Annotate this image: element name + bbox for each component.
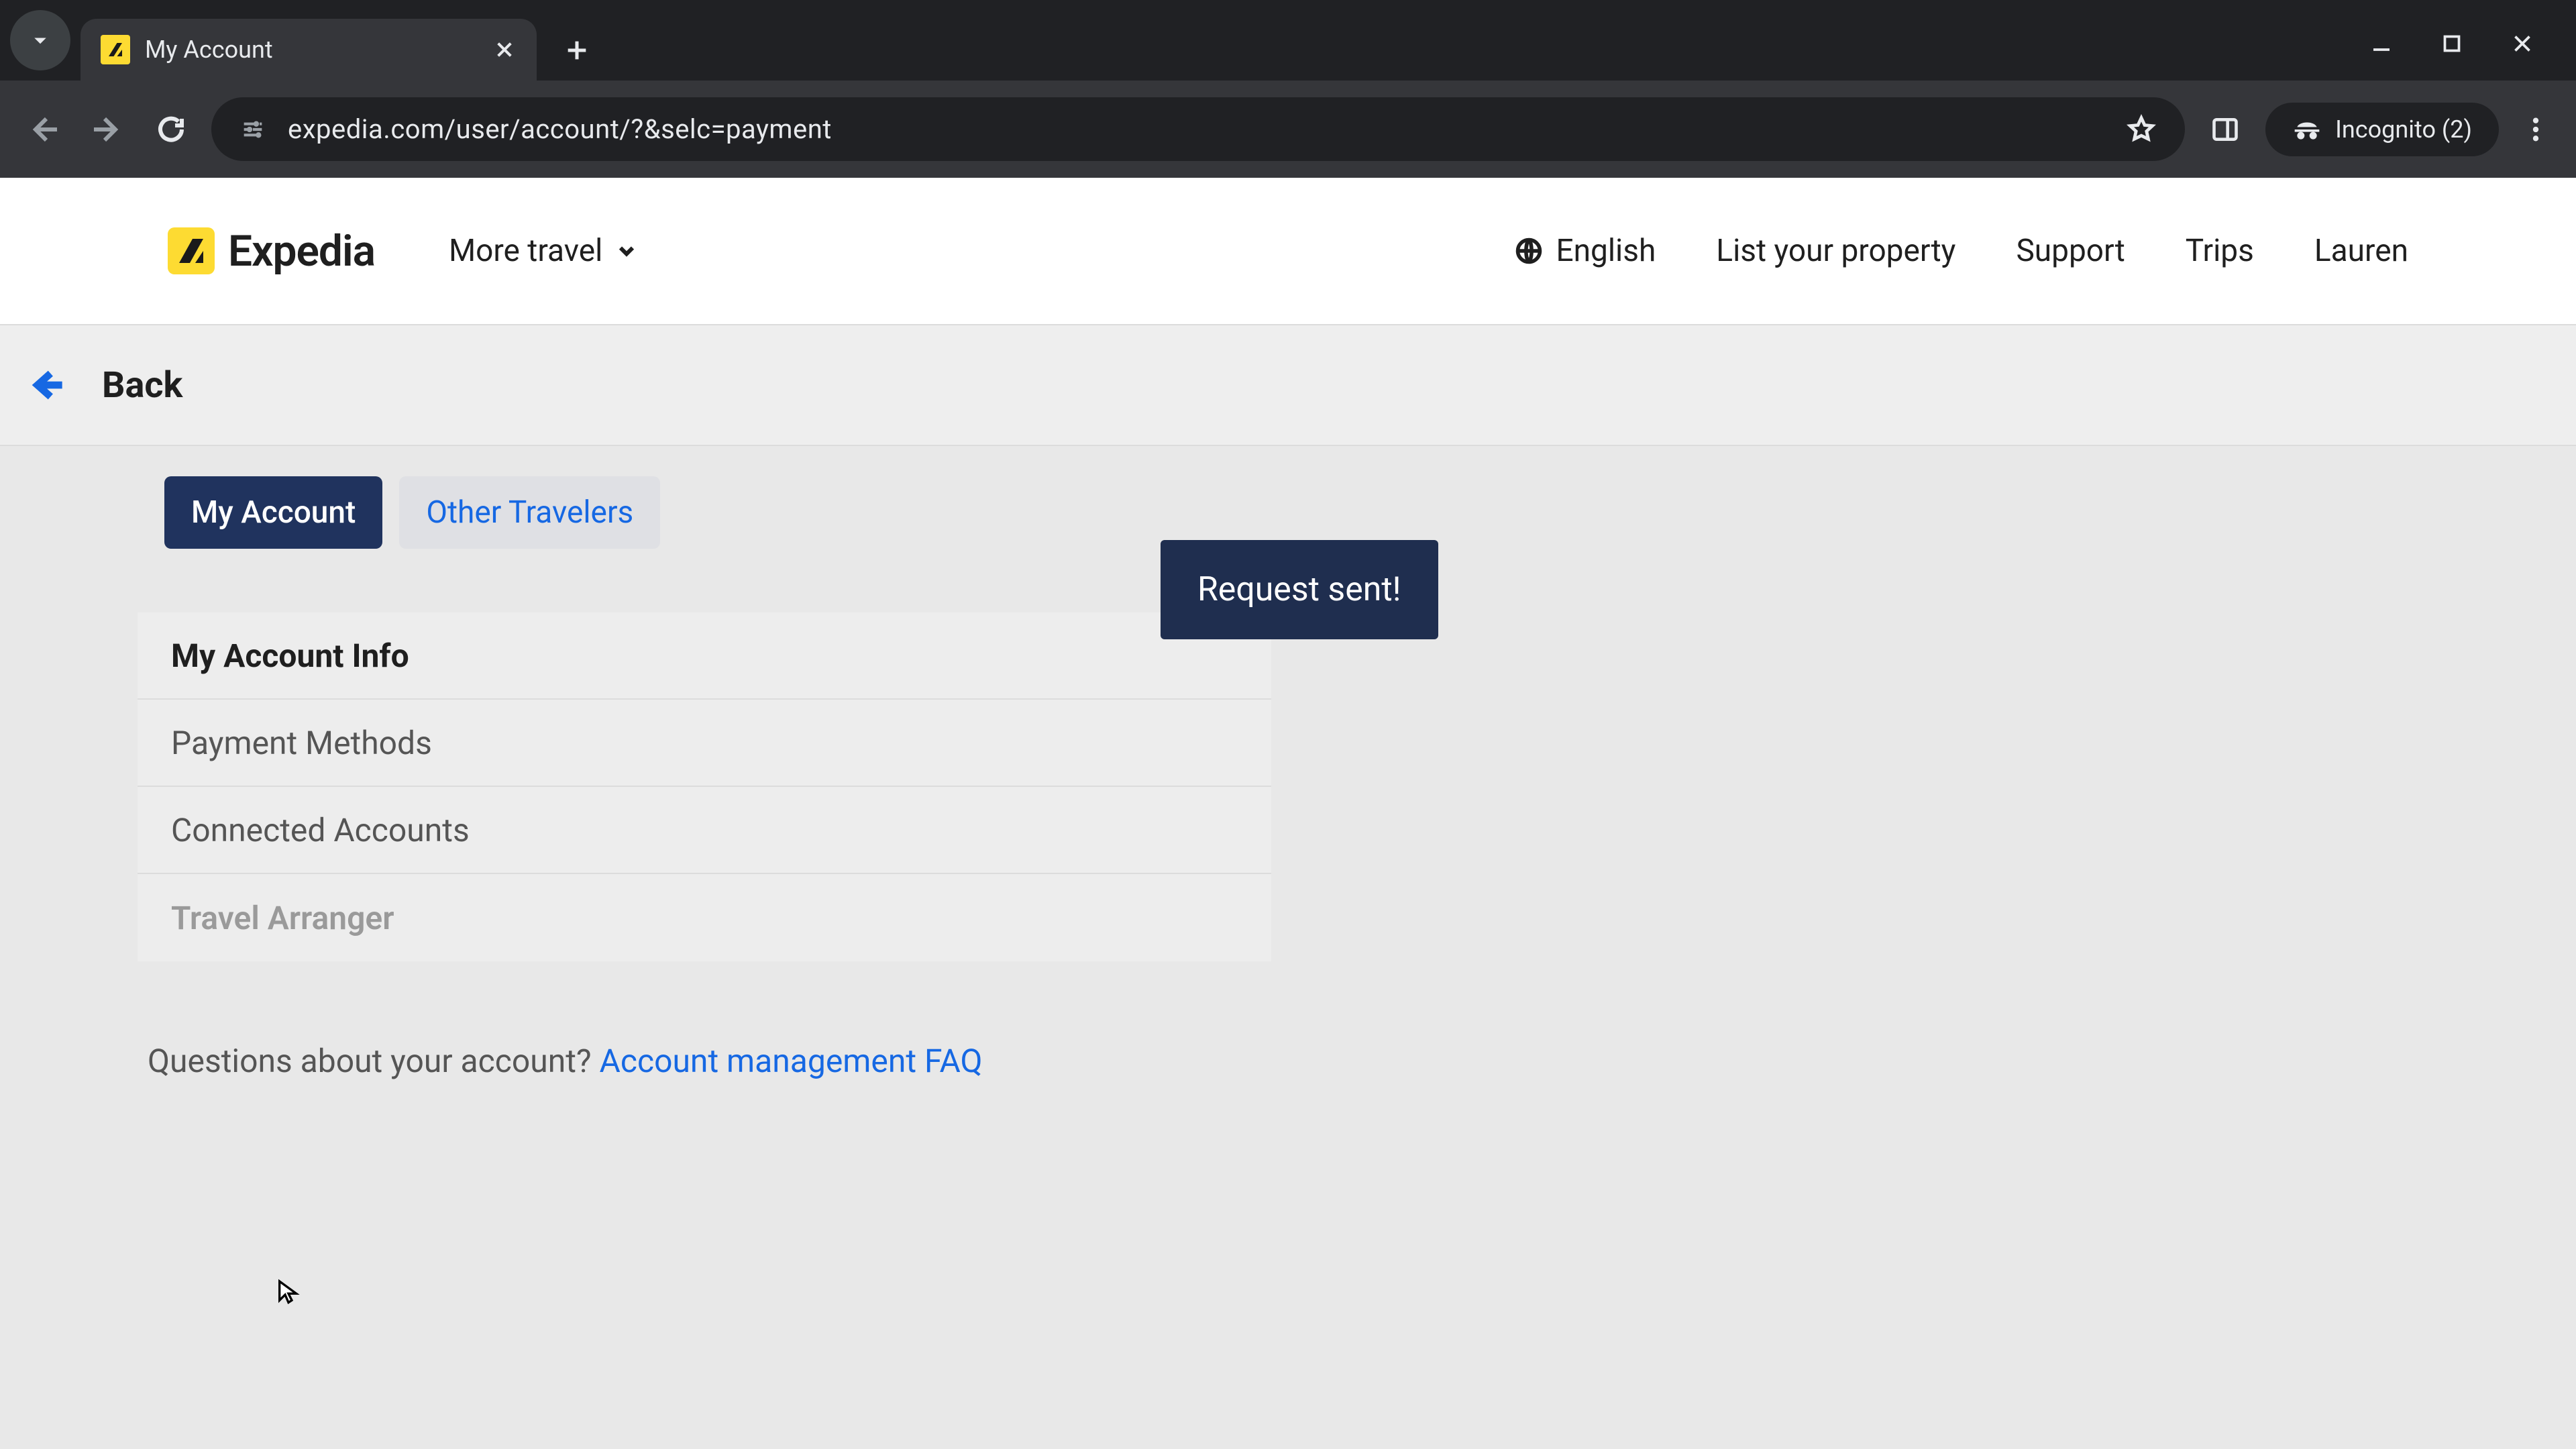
section-travel-arranger[interactable]: Travel Arranger: [138, 874, 1271, 961]
section-connected-accounts[interactable]: Connected Accounts: [138, 787, 1271, 874]
faq-line: Questions about your account? Account ma…: [148, 1042, 2576, 1080]
account-tabs: My Account Other Travelers: [0, 476, 2576, 549]
incognito-icon: [2292, 115, 2322, 144]
new-tab-button[interactable]: [553, 27, 600, 74]
brand-word: Expedia: [228, 226, 375, 276]
incognito-indicator[interactable]: Incognito (2): [2265, 103, 2499, 156]
page-content: Expedia More travel English List your pr…: [0, 178, 2576, 1449]
tab-title: My Account: [145, 36, 478, 64]
account-menu[interactable]: Lauren: [2314, 233, 2408, 269]
section-account-info[interactable]: My Account Info: [138, 612, 1271, 700]
browser-menu-button[interactable]: [2516, 106, 2556, 153]
bookmark-button[interactable]: [2125, 113, 2158, 146]
faq-link[interactable]: Account management FAQ: [600, 1042, 983, 1080]
star-icon: [2126, 114, 2157, 145]
more-travel-dropdown[interactable]: More travel: [449, 233, 639, 269]
window-maximize-button[interactable]: [2435, 27, 2469, 60]
tab-strip: My Account: [0, 0, 2365, 80]
trips-link[interactable]: Trips: [2186, 233, 2254, 269]
kebab-icon: [2532, 115, 2539, 144]
nav-back-button[interactable]: [20, 106, 67, 153]
browser-tab-active[interactable]: My Account: [80, 19, 537, 80]
window-close-button[interactable]: [2506, 27, 2539, 60]
side-panel-button[interactable]: [2202, 106, 2249, 153]
chevron-down-icon: [614, 239, 639, 263]
tab-my-account[interactable]: My Account: [164, 476, 382, 549]
plus-icon: [564, 37, 590, 64]
globe-icon: [1514, 236, 1544, 266]
chevron-down-icon: [26, 26, 54, 54]
brand-logo[interactable]: Expedia: [168, 226, 375, 276]
more-travel-label: More travel: [449, 233, 602, 269]
close-icon: [2510, 32, 2534, 56]
window-controls: [2365, 0, 2576, 80]
arrow-left-icon: [28, 113, 60, 146]
language-selector[interactable]: English: [1514, 233, 1656, 269]
close-icon: [494, 39, 515, 60]
back-bar[interactable]: Back: [0, 325, 2576, 446]
incognito-label: Incognito (2): [2335, 115, 2472, 144]
address-bar[interactable]: expedia.com/user/account/?&selc=payment: [211, 97, 2185, 161]
back-label: Back: [102, 364, 182, 407]
header-links: English List your property Support Trips…: [1514, 233, 2408, 269]
tab-other-travelers[interactable]: Other Travelers: [399, 476, 660, 549]
reload-icon: [155, 113, 187, 146]
language-label: English: [1556, 233, 1656, 269]
support-link[interactable]: Support: [2016, 233, 2125, 269]
account-section-list: My Account Info Payment Methods Connecte…: [138, 612, 1271, 961]
url-text: expedia.com/user/account/?&selc=payment: [288, 113, 2104, 145]
window-minimize-button[interactable]: [2365, 27, 2398, 60]
section-payment-methods[interactable]: Payment Methods: [138, 700, 1271, 787]
browser-toolbar: expedia.com/user/account/?&selc=payment …: [0, 80, 2576, 178]
minimize-icon: [2369, 32, 2394, 56]
list-property-link[interactable]: List your property: [1716, 233, 1955, 269]
site-settings-icon[interactable]: [238, 115, 268, 144]
faq-question: Questions about your account?: [148, 1042, 600, 1080]
search-tabs-button[interactable]: [10, 10, 70, 70]
mouse-cursor-icon: [275, 1278, 302, 1305]
site-header: Expedia More travel English List your pr…: [0, 178, 2576, 325]
tab-close-button[interactable]: [492, 38, 517, 62]
maximize-icon: [2440, 32, 2464, 56]
nav-forward-button[interactable]: [84, 106, 131, 153]
browser-titlebar: My Account: [0, 0, 2576, 80]
brand-mark-icon: [168, 227, 215, 274]
toast-notification: Request sent!: [1161, 540, 1438, 639]
nav-reload-button[interactable]: [148, 106, 195, 153]
arrow-right-icon: [91, 113, 123, 146]
favicon-icon: [101, 35, 130, 64]
arrow-left-icon: [30, 368, 65, 402]
panel-icon: [2210, 115, 2240, 144]
toast-message: Request sent!: [1197, 570, 1401, 609]
